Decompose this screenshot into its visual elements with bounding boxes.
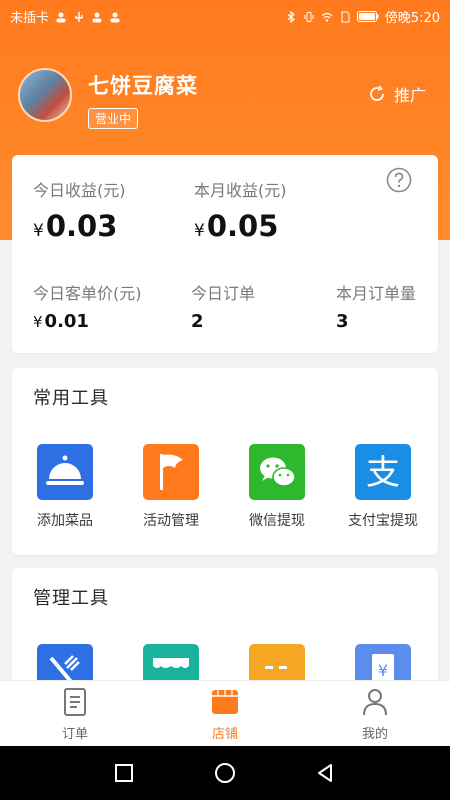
person-icon [56, 12, 66, 22]
shop-info: 七饼豆腐菜 营业中 [88, 70, 198, 129]
tool-label: 支付宝提现 [348, 513, 418, 529]
tab-label: 店铺 [211, 727, 238, 742]
shop-name: 七饼豆腐菜 [88, 74, 198, 98]
battery-icon [356, 11, 379, 22]
svg-text:¥: ¥ [378, 661, 388, 680]
month-orders-label: 本月订单量 [336, 284, 417, 303]
alipay-icon: 支 [355, 444, 411, 500]
promote-button[interactable]: 推广 [367, 82, 426, 106]
profile-icon [363, 689, 387, 716]
today-orders-label: 今日订单 [191, 284, 256, 303]
status-badge: 营业中 [88, 108, 139, 129]
help-icon[interactable] [386, 167, 412, 193]
tool-label: 活动管理 [143, 513, 199, 529]
stats-card: 今日收益(元) ¥0.03 本月收益(元) ¥0.05 今日客单价(元) ¥0.… [12, 155, 438, 353]
food-cloche-icon [37, 444, 93, 500]
shop-icon [212, 690, 238, 714]
usb-icon [75, 11, 83, 22]
tab-profile[interactable]: 我的 [300, 681, 450, 747]
today-orders-value: 2 [191, 311, 204, 332]
tool-label: 微信提现 [249, 513, 305, 529]
avg-price-amount: 0.01 [44, 311, 89, 332]
currency-symbol: ¥ [33, 313, 43, 331]
section-title: 管理工具 [33, 588, 109, 609]
clock: 傍晚5:20 [384, 11, 440, 26]
carrier-label: 未插卡 [10, 11, 50, 26]
section-title: 常用工具 [33, 388, 109, 409]
svg-text:支: 支 [366, 453, 400, 493]
activity-manage-button[interactable]: 活动管理 [126, 444, 216, 530]
person-icon [92, 12, 102, 22]
vibrate-icon [304, 11, 314, 22]
tool-label: 添加菜品 [37, 513, 93, 529]
tab-orders[interactable]: 订单 [0, 681, 150, 747]
status-right: 傍晚5:20 [285, 7, 440, 26]
avg-price-label: 今日客单价(元) [33, 284, 142, 303]
recents-icon[interactable] [114, 763, 134, 783]
wechat-withdraw-button[interactable]: 微信提现 [232, 444, 322, 530]
flag-icon [143, 444, 199, 500]
wifi-icon [321, 12, 333, 22]
wechat-icon [249, 444, 305, 500]
month-orders-value: 3 [336, 311, 349, 332]
person-icon [110, 12, 120, 22]
system-navigation-bar [0, 746, 450, 800]
status-bar: 未插卡 傍晚5:20 [0, 0, 450, 32]
tab-label: 我的 [361, 727, 388, 742]
order-icon [64, 688, 86, 716]
today-income-label: 今日收益(元) [33, 181, 126, 200]
month-income-value: ¥0.05 [194, 209, 278, 243]
bluetooth-icon [287, 10, 295, 23]
month-income-label: 本月收益(元) [194, 181, 287, 200]
promote-label: 推广 [393, 86, 426, 105]
currency-symbol: ¥ [33, 221, 44, 241]
alipay-withdraw-button[interactable]: 支 支付宝提现 [338, 444, 428, 530]
back-icon[interactable] [314, 762, 336, 784]
refresh-icon [370, 85, 384, 101]
currency-symbol: ¥ [194, 221, 205, 241]
today-income-amount: 0.03 [45, 209, 118, 243]
month-income-amount: 0.05 [206, 209, 279, 243]
tab-label: 订单 [61, 727, 88, 742]
shop-profile[interactable]: 七饼豆腐菜 营业中 [18, 68, 198, 129]
avatar[interactable] [18, 68, 72, 122]
add-dish-button[interactable]: 添加菜品 [20, 444, 110, 530]
tab-shop[interactable]: 店铺 [150, 681, 300, 747]
status-left: 未插卡 [10, 7, 121, 26]
avg-price-value: ¥0.01 [33, 311, 89, 332]
common-tools-card: 常用工具 添加菜品 活动管理 微信提现 支 支付宝提现 [12, 368, 438, 555]
bottom-tab-bar: 订单 店铺 我的 [0, 680, 450, 747]
sim-icon [341, 11, 350, 22]
home-icon[interactable] [214, 762, 236, 784]
today-income-value: ¥0.03 [33, 209, 117, 243]
